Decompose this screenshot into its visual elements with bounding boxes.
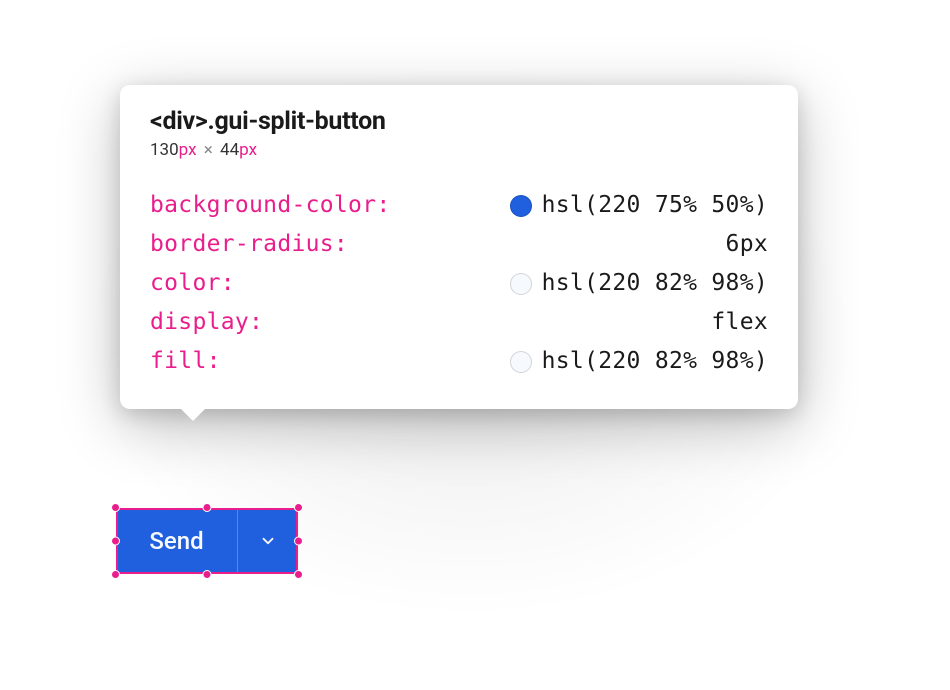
- prop-row-color: color: hsl(220 82% 98%): [150, 264, 768, 303]
- dropdown-button[interactable]: [238, 508, 298, 574]
- color-swatch-icon: [510, 273, 532, 295]
- send-button[interactable]: Send: [116, 508, 238, 574]
- prop-name: display: [150, 309, 249, 335]
- prop-value: 6px: [726, 225, 768, 264]
- prop-row-border-radius: border-radius: 6px: [150, 225, 768, 264]
- color-swatch-icon: [510, 351, 532, 373]
- dim-width-num: 130: [150, 140, 179, 160]
- color-swatch-icon: [510, 195, 532, 217]
- properties-list: background-color: hsl(220 75% 50%) borde…: [150, 186, 768, 381]
- prop-value: hsl(220 82% 98%): [542, 342, 768, 381]
- dim-separator: ×: [204, 140, 213, 160]
- selector-class: .gui-split-button: [208, 107, 386, 136]
- tooltip-header: <div>.gui-split-button 130px × 44px: [150, 107, 768, 160]
- prop-row-fill: fill: hsl(220 82% 98%): [150, 342, 768, 381]
- dim-width-unit: px: [179, 140, 197, 160]
- selector-tag: <div>: [150, 107, 208, 136]
- element-selector: <div>.gui-split-button: [150, 107, 768, 136]
- prop-name: border-radius: [150, 231, 334, 257]
- prop-name: fill: [150, 348, 207, 374]
- send-button-label: Send: [149, 527, 203, 555]
- prop-value: hsl(220 75% 50%): [542, 186, 768, 225]
- prop-name: background-color: [150, 192, 376, 218]
- dim-height-num: 44: [220, 140, 239, 160]
- gui-split-button[interactable]: Send: [116, 508, 298, 574]
- split-button-selection: Send: [116, 508, 298, 574]
- devtools-element-tooltip: <div>.gui-split-button 130px × 44px back…: [120, 85, 798, 409]
- prop-name: color: [150, 270, 221, 296]
- prop-row-display: display: flex: [150, 303, 768, 342]
- element-dimensions: 130px × 44px: [150, 140, 768, 160]
- prop-value: flex: [711, 303, 768, 342]
- prop-row-background-color: background-color: hsl(220 75% 50%): [150, 186, 768, 225]
- dim-height-unit: px: [239, 140, 257, 160]
- chevron-down-icon: [259, 532, 277, 550]
- prop-value: hsl(220 82% 98%): [542, 264, 768, 303]
